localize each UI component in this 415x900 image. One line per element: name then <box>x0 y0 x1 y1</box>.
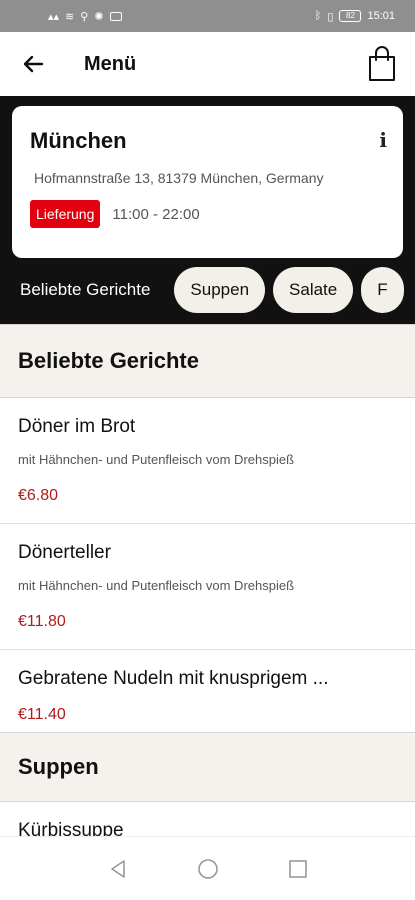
circle-home-icon <box>197 858 218 879</box>
status-bar-right: ᛒ ▯ 82 15:01 <box>315 10 395 23</box>
tab-salate[interactable]: Salate <box>273 267 354 313</box>
status-bar: ▴▴ ≋ ⚲ ✺ ᛒ ▯ 82 15:01 <box>0 0 415 32</box>
nav-recents-button[interactable] <box>286 857 310 881</box>
status-bar-left: ▴▴ ≋ ⚲ ✺ <box>48 10 122 23</box>
item-price: €11.40 <box>18 706 66 723</box>
menu-list: Beliebte Gerichte Döner im Brot mit Hähn… <box>0 324 415 842</box>
delivery-badge: Lieferung <box>30 200 101 228</box>
item-description: mit Hähnchen- und Putenfleisch vom Drehs… <box>18 578 295 593</box>
menu-item[interactable]: Dönerteller mit Hähnchen- und Putenfleis… <box>0 524 415 650</box>
system-nav-bar <box>0 836 415 900</box>
item-description: mit Hähnchen- und Putenfleisch vom Drehs… <box>18 452 295 467</box>
info-icon[interactable]: i <box>379 128 387 152</box>
category-tabs: Beliebte Gerichte Suppen Salate F <box>0 258 415 313</box>
item-price: €6.80 <box>18 487 59 504</box>
nav-back-button[interactable] <box>106 857 130 881</box>
item-price: €11.80 <box>18 613 66 630</box>
store-card: München i Hofmannstraße 13, 81379 Münche… <box>12 106 403 258</box>
app-bar: Menü <box>0 32 415 96</box>
wifi-icon: ≋ <box>65 10 75 23</box>
arrow-left-icon <box>23 55 44 73</box>
store-address: Hofmannstraße 13, 81379 München, Germany <box>34 170 324 186</box>
clock: 15:01 <box>367 10 395 22</box>
tab-suppen[interactable]: Suppen <box>174 267 266 313</box>
settings-indicator-icon: ✺ <box>94 10 104 23</box>
vibrate-icon: ▯ <box>327 10 334 23</box>
tab-beliebte-gerichte[interactable]: Beliebte Gerichte <box>4 267 167 313</box>
cart-button[interactable] <box>367 46 397 82</box>
menu-item[interactable]: Döner im Brot mit Hähnchen- und Putenfle… <box>0 398 415 524</box>
shopping-bag-icon <box>369 46 395 81</box>
tab-more[interactable]: F <box>361 267 404 313</box>
triangle-back-icon <box>110 859 125 878</box>
item-name: Gebratene Nudeln mit knusprigem ... <box>18 668 329 689</box>
nav-home-button[interactable] <box>196 857 220 881</box>
bluetooth-icon: ᛒ <box>314 10 322 22</box>
item-name: Döner im Brot <box>18 416 136 437</box>
section-title: Beliebte Gerichte <box>0 324 415 398</box>
section-title: Suppen <box>0 732 415 802</box>
back-button[interactable] <box>20 51 46 77</box>
signal-icon: ▴▴ <box>48 10 60 23</box>
notification-icon <box>109 11 122 21</box>
opening-hours: 11:00 - 22:00 <box>112 205 200 223</box>
item-name: Dönerteller <box>18 542 111 563</box>
usb-icon: ⚲ <box>80 10 89 23</box>
store-header: München i Hofmannstraße 13, 81379 Münche… <box>0 96 415 324</box>
battery-icon: 82 <box>339 10 362 22</box>
square-recents-icon <box>288 859 307 878</box>
menu-item[interactable]: Gebratene Nudeln mit knusprigem ... €11.… <box>0 650 415 732</box>
store-meta: Lieferung 11:00 - 22:00 <box>30 200 385 228</box>
store-name: München <box>30 128 127 153</box>
page-title: Menü <box>84 52 137 75</box>
